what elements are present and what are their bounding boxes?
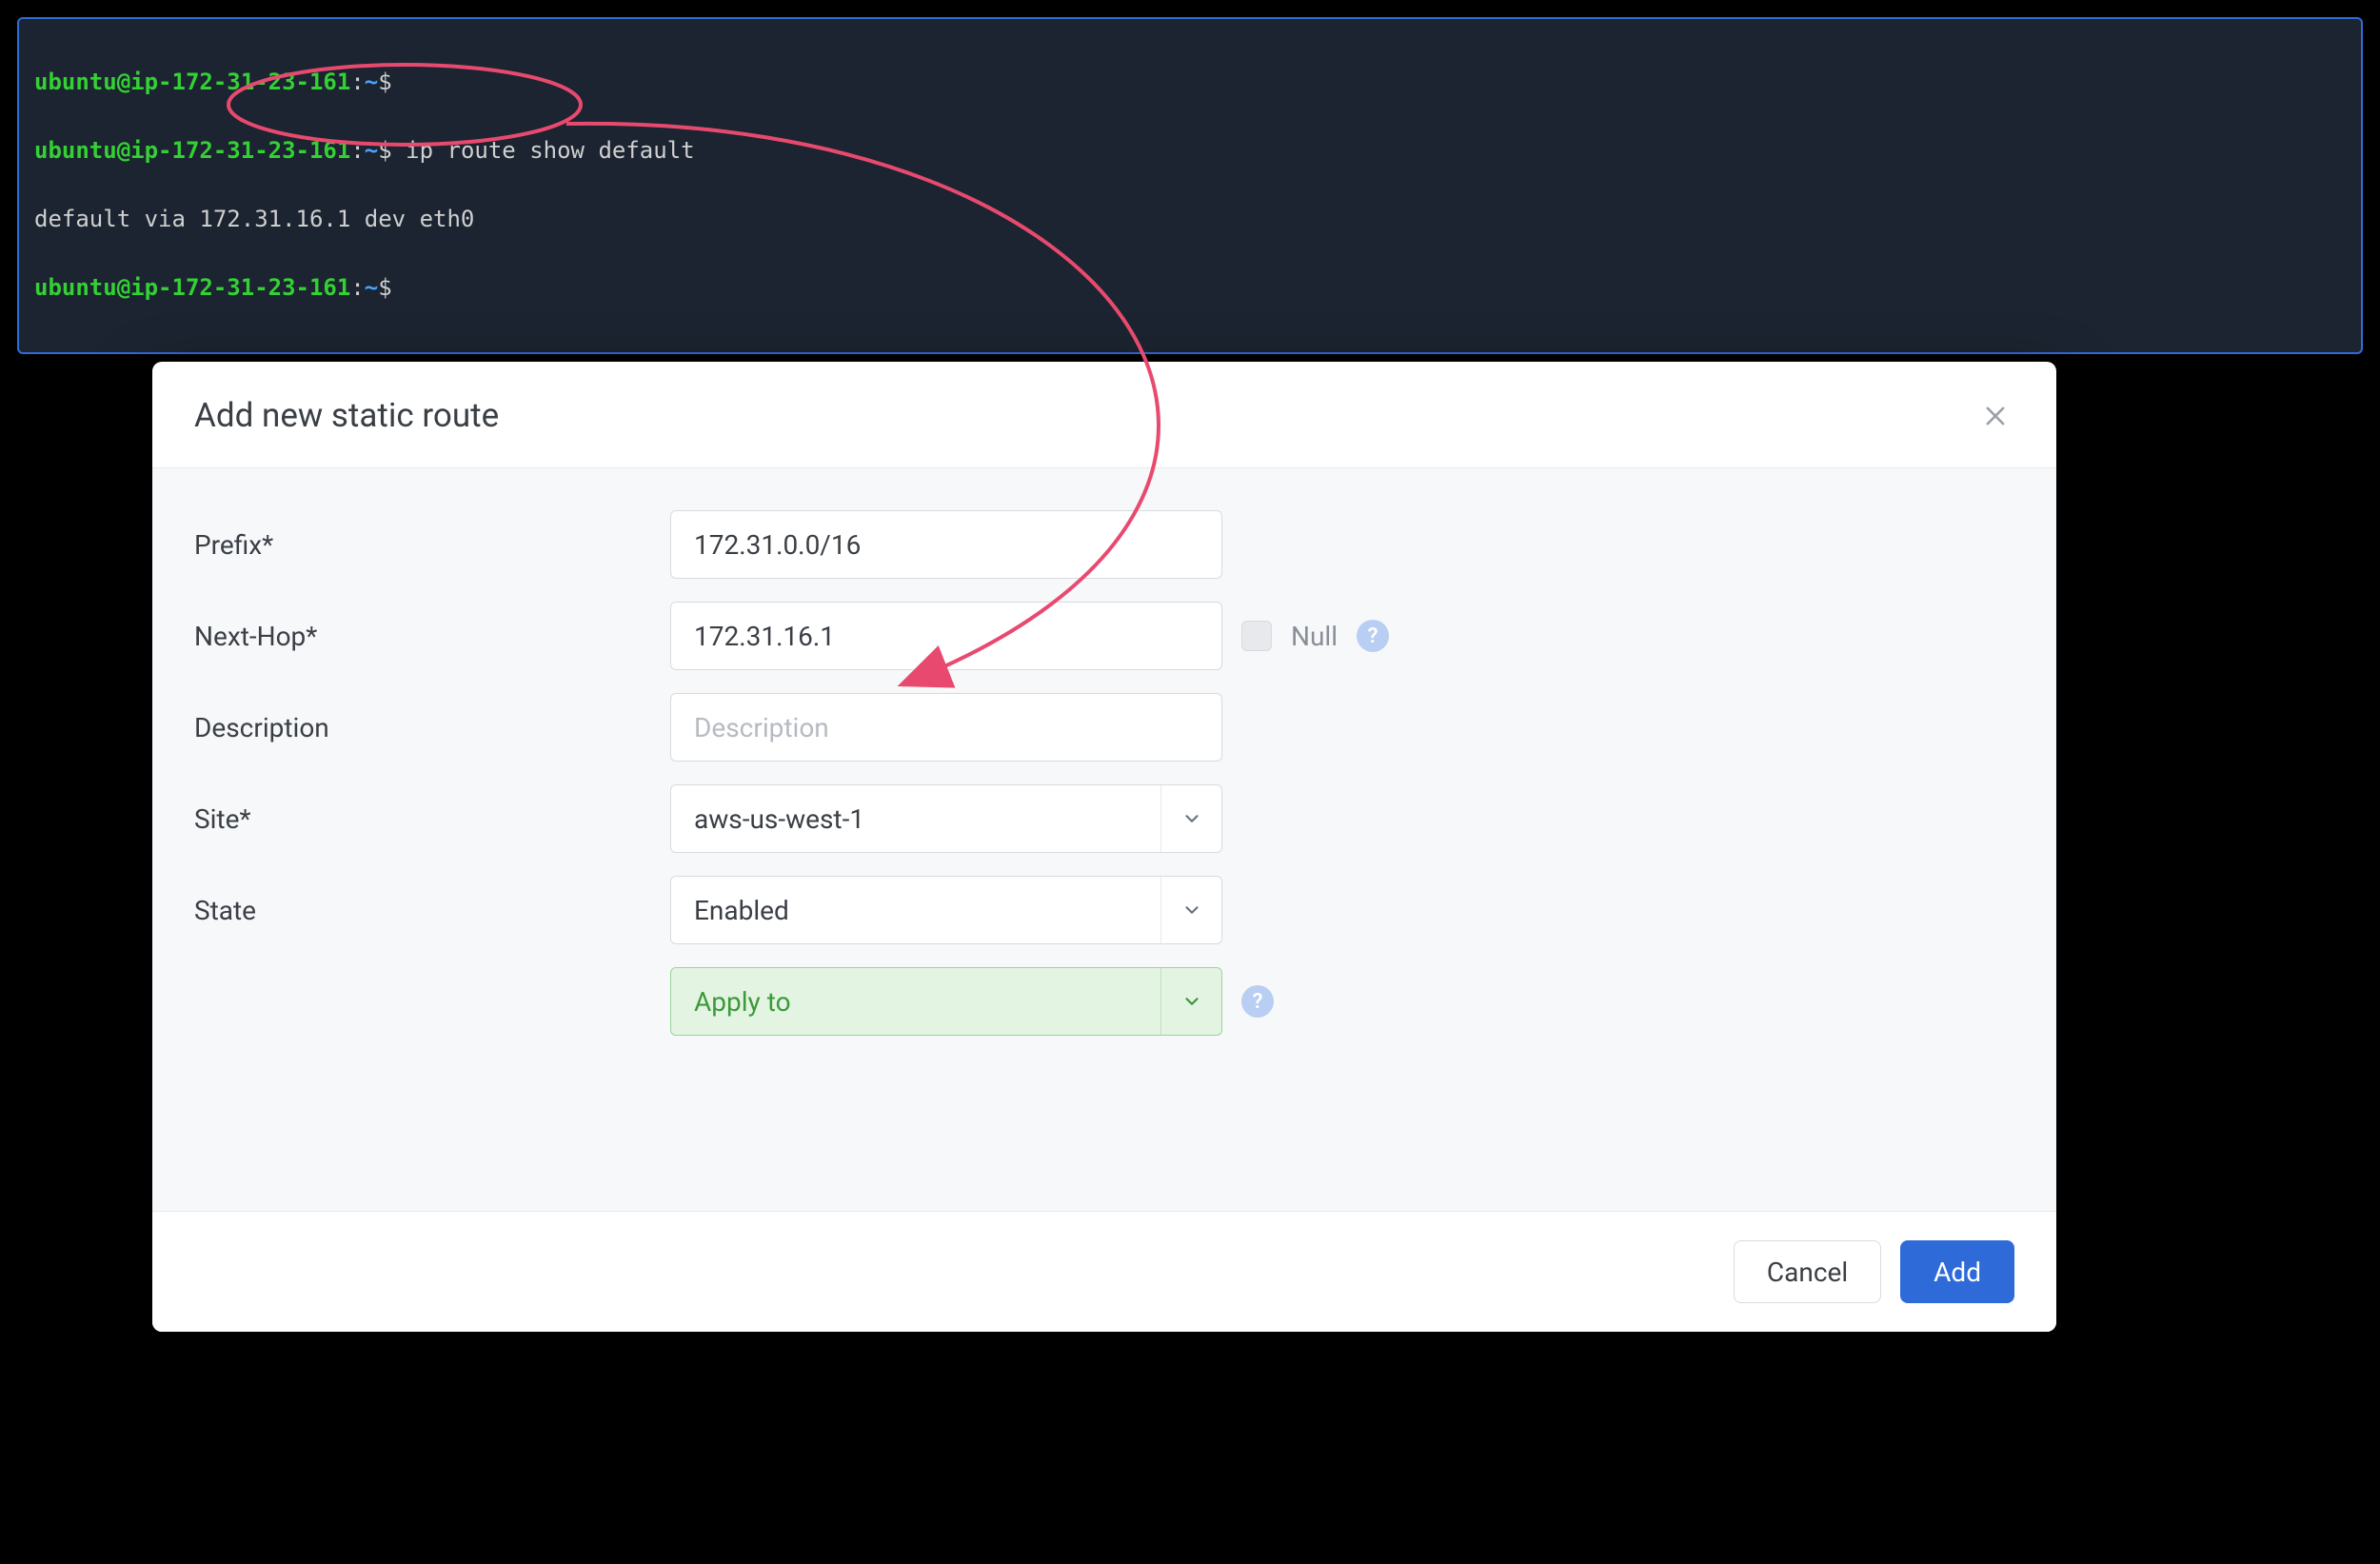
terminal-prompt-path: ~	[365, 69, 378, 95]
description-input-field[interactable]	[694, 712, 1199, 743]
cancel-button[interactable]: Cancel	[1734, 1240, 1881, 1303]
field-label: Description	[194, 712, 670, 743]
modal-header: Add new static route	[152, 362, 2056, 468]
field-row-site: Site* aws-us-west-1	[194, 784, 2014, 853]
help-icon[interactable]: ?	[1241, 985, 1274, 1018]
modal-body: Prefix* Next-Hop* Null ? Description	[152, 468, 2056, 1211]
terminal-prompt-path: ~	[365, 137, 378, 164]
site-select[interactable]: aws-us-west-1	[670, 784, 1222, 853]
select-value: Apply to	[694, 986, 1160, 1018]
terminal-window: ubuntu@ip-172-31-23-161:~$ ubuntu@ip-172…	[17, 17, 2363, 354]
terminal-command: ip route show default	[406, 137, 694, 164]
field-label: Site*	[194, 803, 670, 835]
terminal-prompt-user: ubuntu@ip-172-31-23-161	[34, 69, 350, 95]
add-button[interactable]: Add	[1900, 1240, 2014, 1303]
null-label: Null	[1291, 621, 1338, 652]
state-select[interactable]: Enabled	[670, 876, 1222, 944]
terminal-output: default via 172.31.16.1 dev eth0	[34, 202, 2346, 236]
field-row-state: State Enabled	[194, 876, 2014, 944]
field-row-apply-to: Apply to ?	[194, 967, 2014, 1036]
field-row-prefix: Prefix*	[194, 510, 2014, 579]
modal-title: Add new static route	[194, 396, 499, 435]
chevron-down-icon	[1160, 785, 1221, 852]
apply-to-select[interactable]: Apply to	[670, 967, 1222, 1036]
terminal-prompt-user: ubuntu@ip-172-31-23-161	[34, 137, 350, 164]
add-static-route-modal: Add new static route Prefix* Next-Hop* N…	[152, 362, 2056, 1332]
chevron-down-icon	[1160, 968, 1221, 1035]
null-checkbox[interactable]	[1241, 621, 1272, 651]
field-row-description: Description	[194, 693, 2014, 762]
close-icon	[1982, 403, 2009, 429]
field-label: Next-Hop*	[194, 621, 670, 652]
select-value: Enabled	[694, 895, 1160, 926]
terminal-line: ubuntu@ip-172-31-23-161:~$	[34, 270, 2346, 305]
terminal-line: ubuntu@ip-172-31-23-161:~$	[34, 65, 2346, 99]
next-hop-input-field[interactable]	[694, 621, 1199, 652]
field-label: Prefix*	[194, 529, 670, 561]
terminal-line: ubuntu@ip-172-31-23-161:~$ ip route show…	[34, 133, 2346, 168]
description-input[interactable]	[670, 693, 1222, 762]
terminal-prompt-path: ~	[365, 274, 378, 301]
field-row-next-hop: Next-Hop* Null ?	[194, 602, 2014, 670]
prefix-input-field[interactable]	[694, 529, 1199, 561]
modal-footer: Cancel Add	[152, 1211, 2056, 1332]
close-button[interactable]	[1976, 397, 2014, 435]
chevron-down-icon	[1160, 877, 1221, 943]
next-hop-input[interactable]	[670, 602, 1222, 670]
select-value: aws-us-west-1	[694, 803, 1160, 835]
help-icon[interactable]: ?	[1357, 620, 1389, 652]
terminal-prompt-user: ubuntu@ip-172-31-23-161	[34, 274, 350, 301]
field-label: State	[194, 895, 670, 926]
prefix-input[interactable]	[670, 510, 1222, 579]
